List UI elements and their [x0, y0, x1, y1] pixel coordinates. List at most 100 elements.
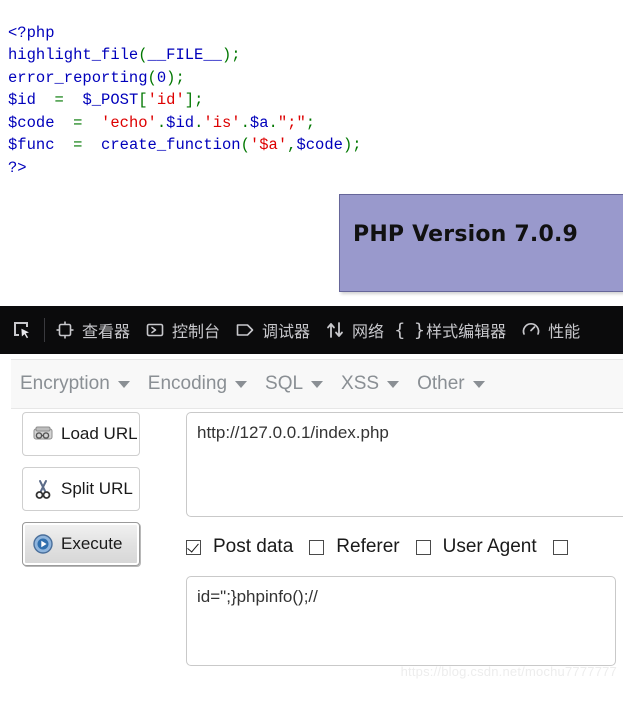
hackbar-menubar: Encryption Encoding SQL XSS Other — [11, 359, 623, 409]
tab-network-label: 网络 — [352, 322, 385, 341]
checkbox-post-data-label: Post data — [213, 536, 294, 557]
load-url-button[interactable]: Load URL — [22, 412, 140, 456]
element-picker-icon[interactable] — [0, 306, 44, 354]
code-token: . — [194, 113, 204, 132]
chevron-down-icon — [117, 380, 130, 388]
network-arrows-icon — [324, 319, 346, 341]
code-token: $code — [8, 113, 55, 132]
tab-console[interactable]: 控制台 — [137, 306, 227, 354]
code-token: ) — [221, 46, 232, 64]
checkbox-post-data[interactable]: Post data — [186, 536, 293, 558]
inspector-icon — [54, 319, 76, 341]
code-token: 'is' — [203, 113, 241, 132]
hackbar-button-column: Load URL Split URL Execute — [22, 412, 142, 577]
menu-encryption-label: Encryption — [20, 373, 110, 394]
code-token: error_reporting — [8, 68, 148, 87]
execute-label: Execute — [61, 534, 123, 553]
browser-page-content: <?php highlight_file(__FILE__); error_re… — [0, 0, 623, 306]
php-source-code: <?php highlight_file(__FILE__); error_re… — [8, 22, 362, 180]
console-icon — [144, 319, 166, 341]
code-token: 0 — [156, 68, 167, 87]
chevron-down-icon — [311, 380, 324, 388]
tab-performance-label: 性能 — [548, 322, 581, 341]
code-token: $code — [296, 136, 343, 154]
code-token: $id — [8, 91, 36, 109]
load-url-label: Load URL — [61, 424, 138, 443]
menu-xss[interactable]: XSS — [332, 360, 408, 408]
code-token: ' — [249, 136, 260, 154]
tab-network[interactable]: 网络 — [317, 306, 391, 354]
code-token: ?> — [8, 158, 27, 177]
menu-encryption[interactable]: Encryption — [11, 360, 139, 408]
code-token: [ — [138, 91, 148, 109]
menu-encoding[interactable]: Encoding — [139, 360, 256, 408]
tab-style-editor-label: 样式编辑器 — [426, 322, 507, 341]
menu-encoding-label: Encoding — [147, 373, 228, 394]
menu-other-label: Other — [417, 373, 465, 394]
tab-inspector-label: 查看器 — [82, 322, 131, 341]
code-token: ; — [352, 136, 362, 154]
toolbar-divider — [44, 318, 45, 342]
menu-other[interactable]: Other — [408, 360, 494, 408]
tab-style-editor[interactable]: { } 样式编辑器 — [391, 306, 513, 354]
menu-xss-label: XSS — [341, 373, 380, 394]
checkbox-referer-box[interactable] — [309, 539, 325, 555]
tab-debugger[interactable]: 调试器 — [227, 306, 317, 354]
code-token: __FILE__ — [147, 46, 222, 64]
checkbox-user-agent[interactable]: User Agent — [415, 536, 537, 558]
braces-icon: { } — [394, 319, 424, 341]
performance-gauge-icon — [520, 319, 542, 341]
checkbox-extra-cutoff[interactable] — [552, 539, 568, 555]
hackbar-body: Load URL Split URL Execute http://127.0.… — [0, 412, 623, 701]
code-token: ( — [147, 68, 157, 87]
hackbar-fields: http://127.0.0.1/index.php Post data Ref… — [186, 412, 623, 666]
code-token: ( — [138, 46, 148, 64]
code-token: . — [268, 113, 278, 132]
chevron-down-icon — [472, 380, 485, 388]
split-url-button[interactable]: Split URL — [22, 467, 140, 511]
code-token: 'echo' — [101, 113, 157, 132]
checkbox-referer[interactable]: Referer — [309, 536, 400, 558]
code-token: $id — [166, 113, 195, 132]
php-version-label: PHP Version 7.0.9 — [353, 222, 579, 247]
disk-load-icon — [32, 424, 54, 444]
scissors-icon — [32, 478, 54, 500]
hackbar-panel: Encryption Encoding SQL XSS Other Load U… — [0, 354, 623, 701]
code-token: $func — [8, 136, 55, 154]
debugger-icon — [234, 319, 256, 341]
code-token: 'id' — [147, 91, 185, 109]
checkbox-post-data-box[interactable] — [186, 539, 201, 555]
checkbox-referer-label: Referer — [336, 536, 400, 557]
tab-performance[interactable]: 性能 — [513, 306, 587, 354]
code-token: ; — [175, 68, 185, 87]
play-circle-icon — [32, 533, 54, 555]
code-token: create_function — [101, 136, 241, 154]
hackbar-checkbox-row: Post data Referer User Agent — [186, 534, 623, 560]
checkbox-extra-box[interactable] — [552, 539, 568, 555]
code-token: $a — [249, 113, 269, 132]
code-token: ; — [194, 91, 204, 109]
chevron-down-icon — [387, 380, 400, 388]
devtools-toolbar: 查看器 控制台 调试器 网络 { } 样式编辑器 性能 — [0, 306, 623, 354]
code-token: $_POST — [82, 91, 139, 109]
tab-console-label: 控制台 — [172, 322, 221, 341]
checkbox-user-agent-box[interactable] — [415, 539, 431, 555]
tab-inspector[interactable]: 查看器 — [47, 306, 137, 354]
split-url-label: Split URL — [61, 479, 133, 498]
execute-button[interactable]: Execute — [22, 522, 140, 566]
post-data-input[interactable]: id=";}phpinfo();// — [186, 576, 616, 666]
code-token: = — [54, 91, 64, 109]
php-version-banner: PHP Version 7.0.9 — [339, 194, 623, 292]
code-token: ";" — [277, 113, 306, 132]
code-token: ; — [231, 46, 241, 64]
code-token: highlight_file — [8, 46, 139, 64]
code-token: ) — [342, 136, 353, 154]
menu-sql[interactable]: SQL — [256, 360, 332, 408]
url-input[interactable]: http://127.0.0.1/index.php — [186, 412, 623, 517]
menu-sql-label: SQL — [265, 373, 304, 394]
